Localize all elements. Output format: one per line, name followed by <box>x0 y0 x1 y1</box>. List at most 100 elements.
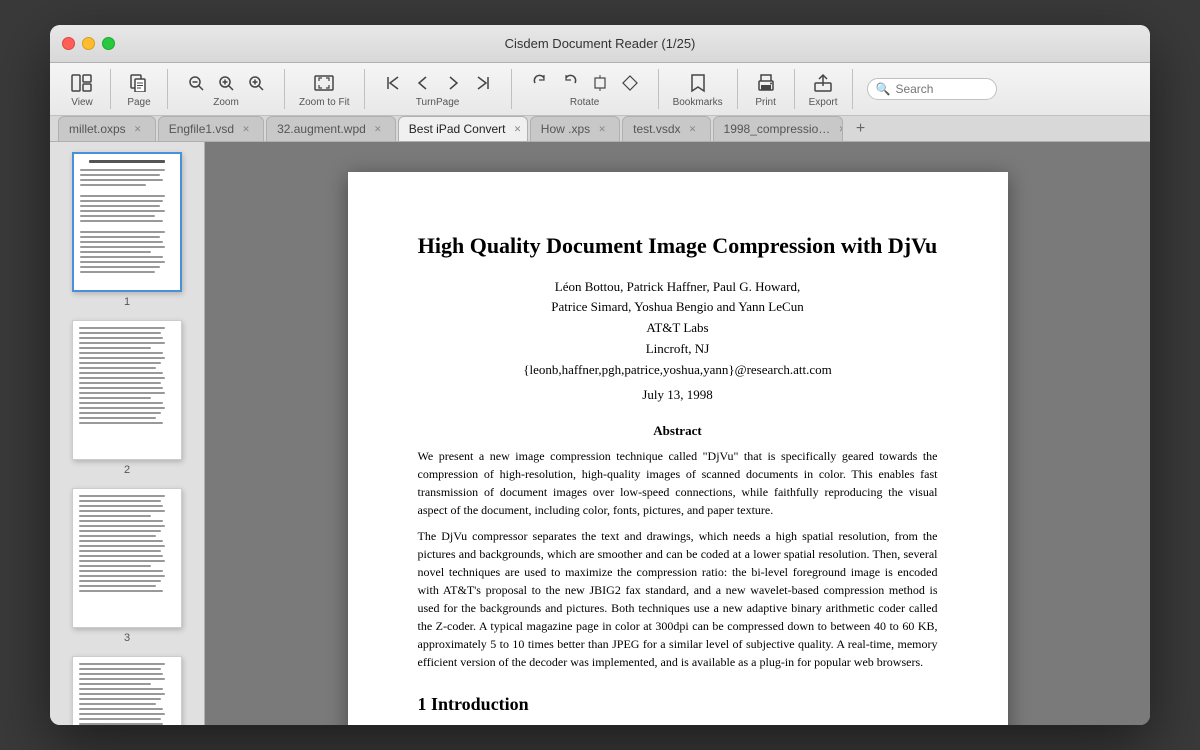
window-title: Cisdem Document Reader (1/25) <box>505 36 696 51</box>
rotate-label: Rotate <box>570 97 599 108</box>
toolbar-group-page: Page <box>119 71 159 108</box>
thumb-page-1[interactable]: 1 <box>72 152 182 308</box>
thumbnail-3[interactable] <box>72 488 182 628</box>
rotate1-icon[interactable] <box>526 71 554 95</box>
authors-line1: Léon Bottou, Patrick Haffner, Paul G. Ho… <box>555 279 800 294</box>
toolbar-group-turnpage: TurnPage <box>373 71 503 108</box>
email: {leonb,haffner,pgh,patrice,yoshua,yann}@… <box>523 362 832 377</box>
export-label: Export <box>809 97 838 108</box>
tab-millet[interactable]: millet.oxps ✕ <box>58 116 156 141</box>
thumb-num-1: 1 <box>124 296 130 308</box>
sep6 <box>658 69 659 109</box>
document-area[interactable]: High Quality Document Image Compression … <box>205 142 1150 725</box>
tab-how[interactable]: How .xps ✕ <box>530 116 620 141</box>
doc-date: July 13, 1998 <box>418 387 938 403</box>
sep8 <box>794 69 795 109</box>
tab-1998[interactable]: 1998_compressio… ✕ <box>713 116 843 141</box>
tab-close-bestipad[interactable]: ✕ <box>511 122 525 136</box>
tab-close-testvsdx[interactable]: ✕ <box>686 122 700 136</box>
minimize-button[interactable] <box>82 37 95 50</box>
traffic-lights <box>62 37 115 50</box>
search-box[interactable]: 🔍 <box>867 78 997 100</box>
page-label: Page <box>127 97 150 108</box>
thumb-page-3[interactable]: 3 <box>72 488 182 644</box>
thumb-page-2[interactable]: 2 <box>72 320 182 476</box>
thumbnail-2[interactable] <box>72 320 182 460</box>
turn-last-icon[interactable] <box>469 71 497 95</box>
thumb-page-4[interactable]: 4 <box>72 656 182 725</box>
export-icon[interactable] <box>809 71 837 95</box>
rotate4-icon[interactable] <box>616 71 644 95</box>
thumb-num-3: 3 <box>124 632 130 644</box>
tab-add-button[interactable]: + <box>849 117 873 141</box>
search-icon: 🔍 <box>876 82 891 96</box>
tab-label: millet.oxps <box>69 122 126 136</box>
zoom-out-icon[interactable] <box>182 71 210 95</box>
rotate3-icon[interactable] <box>586 71 614 95</box>
bookmarks-icon[interactable] <box>684 71 712 95</box>
tab-label: 1998_compressio… <box>724 122 831 136</box>
zoom-fit-icon[interactable] <box>310 71 338 95</box>
zoom-fit-label: Zoom to Fit <box>299 97 350 108</box>
tab-engfile[interactable]: Engfile1.vsd ✕ <box>158 116 264 141</box>
tab-close-1998[interactable]: ✕ <box>835 122 842 136</box>
abstract-para1: We present a new image compression techn… <box>418 447 938 519</box>
thumb-num-2: 2 <box>124 464 130 476</box>
print-icon[interactable] <box>752 71 780 95</box>
location: Lincroft, NJ <box>646 341 710 356</box>
toolbar-group-zoomfit: Zoom to Fit <box>293 71 356 108</box>
toolbar: View Page <box>50 63 1150 116</box>
tab-close-engfile[interactable]: ✕ <box>239 122 253 136</box>
affiliation: AT&T Labs <box>646 320 708 335</box>
toolbar-group-bookmarks: Bookmarks <box>667 71 729 108</box>
toolbar-group-rotate: Rotate <box>520 71 650 108</box>
toolbar-group-zoom: Zoom <box>176 71 276 108</box>
turn-prev-icon[interactable] <box>409 71 437 95</box>
tab-label: test.vsdx <box>633 122 680 136</box>
turnpage-label: TurnPage <box>416 97 460 108</box>
toolbar-group-view: View <box>62 71 102 108</box>
tab-close-millet[interactable]: ✕ <box>131 122 145 136</box>
close-button[interactable] <box>62 37 75 50</box>
tab-bestipad[interactable]: Best iPad Convert ✕ <box>398 116 528 141</box>
tab-label: 32.augment.wpd <box>277 122 366 136</box>
thumbnail-1[interactable] <box>72 152 182 292</box>
sep1 <box>110 69 111 109</box>
tab-label: How .xps <box>541 122 590 136</box>
doc-authors-line1: Léon Bottou, Patrick Haffner, Paul G. Ho… <box>418 277 938 381</box>
sep4 <box>364 69 365 109</box>
doc-body: We present a new image compression techn… <box>418 447 938 725</box>
tab-close-how[interactable]: ✕ <box>595 122 609 136</box>
sep9 <box>852 69 853 109</box>
rotate2-icon[interactable] <box>556 71 584 95</box>
zoom-in-icon[interactable] <box>242 71 270 95</box>
tab-label: Best iPad Convert <box>409 122 506 136</box>
main-content: 1 <box>50 142 1150 725</box>
zoom-label: Zoom <box>213 97 239 108</box>
view-label: View <box>71 97 93 108</box>
toolbar-group-search: 🔍 <box>861 78 1003 100</box>
thumbnail-4[interactable] <box>72 656 182 725</box>
tab-augment[interactable]: 32.augment.wpd ✕ <box>266 116 396 141</box>
bookmarks-label: Bookmarks <box>673 97 723 108</box>
thumbnail-sidebar: 1 <box>50 142 205 725</box>
turn-next-icon[interactable] <box>439 71 467 95</box>
maximize-button[interactable] <box>102 37 115 50</box>
sep3 <box>284 69 285 109</box>
tab-testvsdx[interactable]: test.vsdx ✕ <box>622 116 710 141</box>
section1-title: 1 Introduction <box>418 691 938 718</box>
turn-first-icon[interactable] <box>379 71 407 95</box>
print-label: Print <box>755 97 776 108</box>
authors-line2: Patrice Simard, Yoshua Bengio and Yann L… <box>551 299 803 314</box>
search-input[interactable] <box>895 82 995 96</box>
turnpage-icons-row <box>379 71 497 95</box>
sep5 <box>511 69 512 109</box>
page-icon[interactable] <box>125 71 153 95</box>
zoom-reset-icon[interactable] <box>212 71 240 95</box>
view-icon[interactable] <box>68 71 96 95</box>
document-page: High Quality Document Image Compression … <box>348 172 1008 725</box>
tab-close-augment[interactable]: ✕ <box>371 122 385 136</box>
titlebar: Cisdem Document Reader (1/25) <box>50 25 1150 63</box>
tabs-bar: millet.oxps ✕ Engfile1.vsd ✕ 32.augment.… <box>50 116 1150 142</box>
toolbar-group-export: Export <box>803 71 844 108</box>
